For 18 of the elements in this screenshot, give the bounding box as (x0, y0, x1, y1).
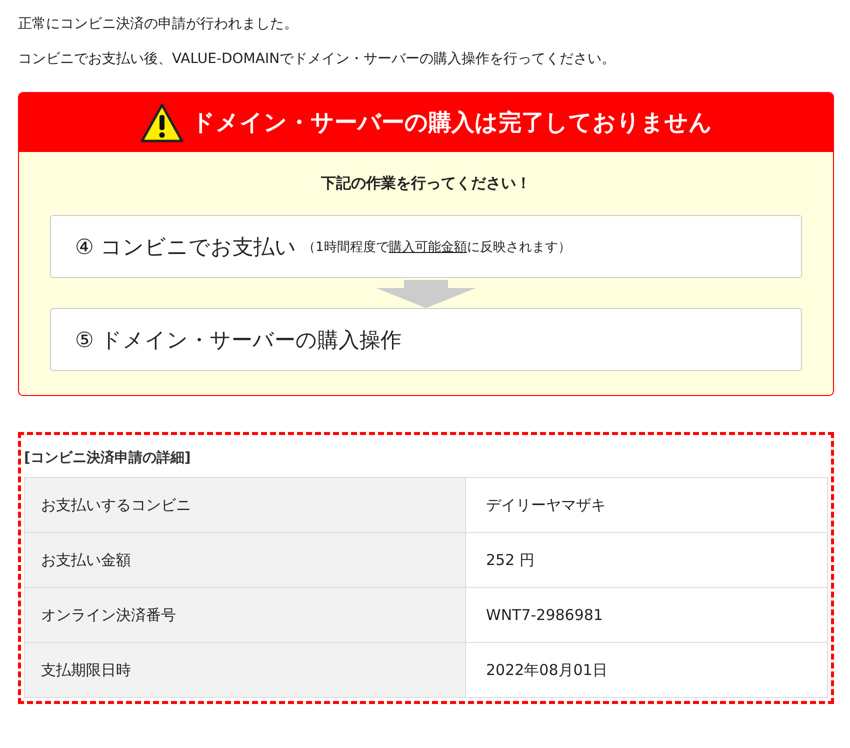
instruction-heading: 下記の作業を行ってください！ (320, 174, 532, 193)
table-cell: 支払期限日時 (24, 642, 466, 698)
table-cell: WNT7-2986981 (466, 588, 828, 642)
table-cell: お支払い金額 (24, 532, 466, 588)
warning-icon (140, 102, 184, 142)
details-caption: [コンビニ決済申請の詳細] (24, 449, 192, 468)
table-cell: デイリーヤマザキ (466, 478, 828, 532)
table-cell: オンライン決済番号 (24, 588, 466, 642)
step-label: ⑤ ドメイン・サーバーの購入操作 (75, 326, 402, 354)
table-cell: 252 円 (466, 532, 828, 588)
intro-text: コンビニでお支払い後、VALUE-DOMAINでドメイン・サーバーの購入操作を行ってください。 (18, 50, 617, 69)
alert-title: ドメイン・サーバーの購入は完了しておりません (192, 109, 712, 138)
step-note: （1時間程度で購入可能金額に反映されます） (302, 238, 571, 256)
step-label: ④ コンビニでお支払い (75, 234, 297, 260)
table-cell: 2022年08月01日 (466, 642, 828, 698)
intro-text: 正常にコンビニ決済の申請が行われました。 (18, 15, 299, 34)
table-cell: お支払いするコンビニ (24, 478, 466, 532)
amount-link[interactable]: 購入可能金額 (388, 240, 467, 254)
